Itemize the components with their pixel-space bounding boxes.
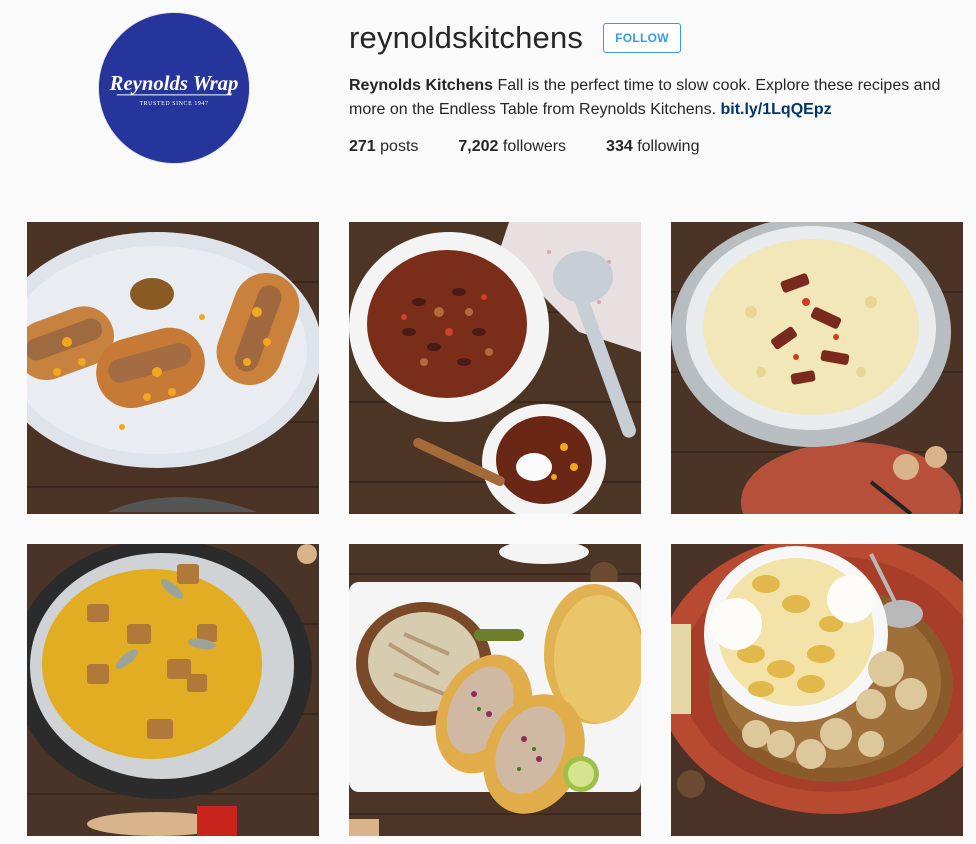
profile-header: reynoldskitchens FOLLOW Reynolds Kitchen…	[349, 18, 969, 156]
reynolds-wrap-logo: Reynolds Wrap TRUSTED SINCE 1947	[99, 13, 249, 163]
post-thumbnail-potato-soup[interactable]	[671, 222, 963, 514]
svg-text:Reynolds Wrap: Reynolds Wrap	[109, 73, 239, 95]
posts-grid	[27, 222, 963, 836]
posts-label: posts	[380, 138, 419, 155]
posts-count: 271	[349, 138, 376, 155]
profile-avatar: Reynolds Wrap TRUSTED SINCE 1947	[98, 12, 250, 164]
bio-link[interactable]: bit.ly/1LqQEpz	[720, 101, 831, 118]
post-thumbnail-hot-dogs[interactable]	[27, 222, 319, 514]
post-thumbnail-chili[interactable]	[349, 222, 641, 514]
chili-image	[349, 222, 641, 514]
following-stat[interactable]: 334 following	[606, 138, 699, 156]
followers-count: 7,202	[458, 138, 499, 155]
follow-button[interactable]: FOLLOW	[603, 23, 681, 53]
bio-name: Reynolds Kitchens	[349, 77, 494, 94]
profile-username: reynoldskitchens	[349, 20, 584, 55]
hot-dogs-image	[27, 222, 319, 514]
post-thumbnail-squash-soup[interactable]	[27, 544, 319, 836]
followers-label: followers	[502, 138, 567, 155]
squash-soup-image	[27, 544, 319, 836]
svg-text:TRUSTED SINCE 1947: TRUSTED SINCE 1947	[139, 101, 208, 107]
post-thumbnail-baked-apples[interactable]	[671, 544, 963, 836]
potato-soup-image	[671, 222, 963, 514]
post-thumbnail-tacos[interactable]	[349, 544, 641, 836]
profile-bio: Reynolds Kitchens Fall is the perfect ti…	[349, 74, 969, 122]
baked-apples-image	[671, 544, 963, 836]
posts-stat: 271 posts	[349, 138, 418, 156]
tacos-image	[349, 544, 641, 836]
following-label: following	[637, 138, 700, 155]
profile-stats: 271 posts 7,202 followers 334 following	[349, 138, 969, 156]
followers-stat[interactable]: 7,202 followers	[458, 138, 566, 156]
profile-title-row: reynoldskitchens FOLLOW	[349, 18, 969, 58]
following-count: 334	[606, 138, 633, 155]
